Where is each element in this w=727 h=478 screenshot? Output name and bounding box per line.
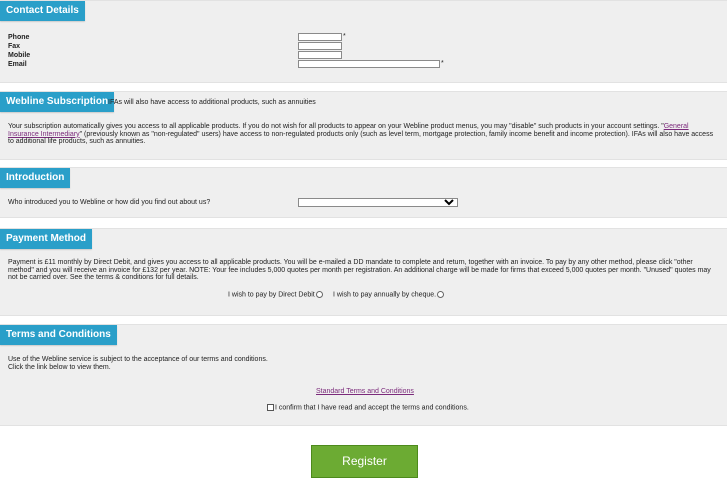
- payment-body: Payment is £11 monthly by Direct Debit, …: [8, 259, 711, 281]
- introduction-header: Introduction: [0, 168, 71, 188]
- cheque-label: I wish to pay annually by cheque.: [333, 291, 437, 299]
- terms-confirm-label: I confirm that I have read and accept th…: [275, 404, 469, 412]
- register-button[interactable]: Register: [311, 445, 418, 478]
- payment-method-panel: Payment Method Payment is £11 monthly by…: [0, 228, 727, 316]
- mobile-input[interactable]: [298, 51, 342, 59]
- contact-details-header: Contact Details: [0, 1, 85, 21]
- introduction-question: Who introduced you to Webline or how did…: [8, 199, 211, 206]
- contact-details-panel: Contact Details Phone Fax Mobile Email *…: [0, 0, 727, 83]
- subscription-body-part1: Your subscription automatically gives yo…: [8, 123, 664, 130]
- direct-debit-radio[interactable]: [315, 291, 323, 298]
- phone-input[interactable]: [298, 33, 342, 41]
- phone-required-marker: *: [343, 33, 346, 40]
- payment-method-header: Payment Method: [0, 229, 93, 249]
- fax-input[interactable]: [298, 42, 342, 50]
- email-required-marker: *: [441, 60, 444, 67]
- terms-panel: Terms and Conditions Use of the Webline …: [0, 324, 727, 426]
- webline-subscription-panel: Webline Subscription IFAs will also have…: [0, 91, 727, 160]
- mobile-label: Mobile: [8, 52, 31, 59]
- cheque-option[interactable]: I wish to pay annually by cheque.: [333, 291, 445, 299]
- introduction-panel: Introduction Who introduced you to Webli…: [0, 167, 727, 218]
- terms-line1: Use of the Webline service is subject to…: [8, 356, 268, 363]
- email-label: Email: [8, 61, 27, 68]
- terms-confirm-checkbox[interactable]: [267, 404, 274, 411]
- cheque-radio[interactable]: [437, 291, 445, 298]
- direct-debit-option[interactable]: I wish to pay by Direct Debit: [228, 291, 323, 299]
- standard-terms-link[interactable]: Standard Terms and Conditions: [316, 388, 414, 396]
- subscription-body: Your subscription automatically gives yo…: [8, 123, 720, 146]
- terms-line2: Click the link below to view them.: [8, 364, 111, 371]
- direct-debit-label: I wish to pay by Direct Debit: [228, 291, 315, 299]
- referral-source-select[interactable]: [298, 198, 458, 207]
- fax-label: Fax: [8, 43, 21, 50]
- phone-label: Phone: [8, 34, 30, 41]
- webline-subscription-header: Webline Subscription: [0, 92, 115, 112]
- terms-confirm-row[interactable]: I confirm that I have read and accept th…: [267, 404, 469, 412]
- terms-header: Terms and Conditions: [0, 325, 117, 345]
- email-input[interactable]: [298, 60, 440, 68]
- subscription-header-note: IFAs will also have access to additional…: [108, 99, 316, 106]
- subscription-body-part2: " (previously known as "non-regulated" u…: [8, 130, 714, 146]
